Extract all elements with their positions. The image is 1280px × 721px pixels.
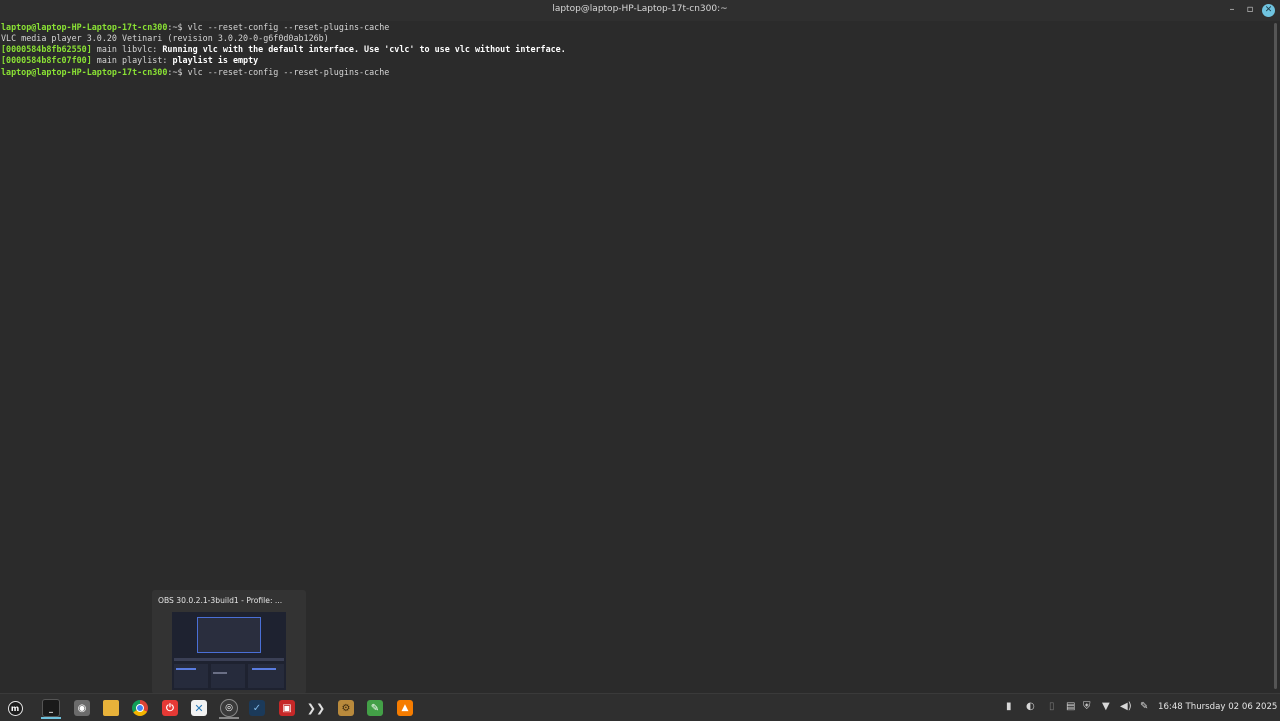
settings-icon: ⚙ xyxy=(338,700,354,716)
taskbar-vs[interactable]: ✕ xyxy=(189,698,209,718)
taskbar-clapper[interactable]: ❯❯ xyxy=(306,698,326,718)
log-module: main playlist: xyxy=(91,55,173,65)
terminal-line: laptop@laptop-HP-Laptop-17t-cn300:~$ vlc… xyxy=(1,67,389,78)
taskbar-settings[interactable]: ⚙ xyxy=(336,698,356,718)
terminal-icon: _ xyxy=(42,699,60,717)
power-app-icon: ⏻ xyxy=(162,700,178,716)
clock[interactable]: 16:48 Thursday 02 06 2025 xyxy=(1158,702,1277,712)
clapper-icon: ❯❯ xyxy=(306,701,326,715)
window-preview-popup[interactable]: OBS 30.0.2.1-3build1 - Profile: ... xyxy=(152,590,306,694)
preview-thumbnail[interactable] xyxy=(172,612,286,690)
clipboard-icon[interactable]: ▤ xyxy=(1066,701,1075,712)
taskbar-store[interactable]: ▣ xyxy=(277,698,297,718)
thumbnail-highlight xyxy=(252,668,276,670)
hover-indicator xyxy=(219,717,239,719)
prompt-path: :~$ xyxy=(167,22,183,32)
taskbar-app-red[interactable]: ⏻ xyxy=(160,698,180,718)
close-button[interactable]: ✕ xyxy=(1262,4,1275,17)
notes-icon: ✎ xyxy=(367,700,383,716)
maximize-button[interactable]: ▫ xyxy=(1243,3,1257,17)
trash-icon[interactable]: ▮ xyxy=(1006,701,1012,712)
window-titlebar: laptop@laptop-HP-Laptop-17t-cn300:~ – ▫ … xyxy=(0,0,1280,21)
thumbnail-highlight xyxy=(213,672,227,674)
taskbar-vlc[interactable]: ▲ xyxy=(395,698,415,718)
prompt-user-host: laptop@laptop-HP-Laptop-17t-cn300 xyxy=(1,22,168,32)
taskbar-terminal[interactable]: _ xyxy=(41,698,61,718)
terminal-scrollbar[interactable] xyxy=(1273,21,1278,693)
taskbar: m _ ◉ ⏻ ✕ ◎ ✓ ▣ ❯❯ ⚙ ✎ ▲ ▮ ◐ ▯ ▤ ⛨ ▼ ◀) xyxy=(0,693,1280,721)
taskbar-steam[interactable]: ✓ xyxy=(247,698,267,718)
shield-icon[interactable]: ⛨ xyxy=(1083,701,1091,712)
folder-icon xyxy=(103,700,119,716)
log-module: main libvlc: xyxy=(91,44,163,54)
prompt-user-host: laptop@laptop-HP-Laptop-17t-cn300 xyxy=(1,67,168,77)
menu-icon: m xyxy=(7,700,23,716)
taskbar-files[interactable] xyxy=(101,698,121,718)
taskbar-obs[interactable]: ◎ xyxy=(219,698,239,718)
terminal-line: VLC media player 3.0.20 Vetinari (revisi… xyxy=(1,33,329,44)
command-text: vlc --reset-config --reset-plugins-cache xyxy=(182,67,390,77)
taskbar-notes[interactable]: ✎ xyxy=(365,698,385,718)
log-address: [0000584b8fc07f00] xyxy=(1,55,92,65)
thumbnail-highlight xyxy=(176,668,196,670)
taskbar-disk[interactable]: ◉ xyxy=(72,698,92,718)
thumbnail-bar xyxy=(174,658,284,661)
wifi-icon[interactable]: ▼ xyxy=(1102,701,1110,712)
log-address: [0000584b8fb62550] xyxy=(1,44,92,54)
window-title: laptop@laptop-HP-Laptop-17t-cn300:~ xyxy=(552,4,728,14)
log-message: playlist is empty xyxy=(172,55,259,65)
volume-icon[interactable]: ◀) xyxy=(1120,701,1132,712)
terminal-line: [0000584b8fb62550] main libvlc: Running … xyxy=(1,44,566,55)
log-message: Running vlc with the default interface. … xyxy=(162,44,566,54)
vs-icon: ✕ xyxy=(191,700,207,716)
command-text: vlc --reset-config --reset-plugins-cache xyxy=(182,22,390,32)
store-icon: ▣ xyxy=(279,700,295,716)
preview-title: OBS 30.0.2.1-3build1 - Profile: ... xyxy=(158,596,283,605)
chrome-icon xyxy=(132,700,148,716)
terminal-line: [0000584b8fc07f00] main playlist: playli… xyxy=(1,55,258,66)
thumbnail-panel xyxy=(211,664,245,688)
menu-button[interactable]: m xyxy=(5,698,25,718)
active-indicator xyxy=(41,717,61,719)
minimize-button[interactable]: – xyxy=(1225,3,1239,17)
prompt-path: :~$ xyxy=(167,67,183,77)
output-text: VLC media player 3.0.20 Vetinari (revisi… xyxy=(1,33,329,43)
steam-icon: ✓ xyxy=(249,700,265,716)
disk-icon: ◉ xyxy=(74,700,90,716)
scrollbar-thumb[interactable] xyxy=(1274,23,1277,689)
thumbnail-panel xyxy=(174,664,208,688)
thumbnail-canvas xyxy=(197,617,261,653)
notifications-icon[interactable]: ✎ xyxy=(1140,701,1148,712)
obs-icon: ◎ xyxy=(220,699,238,717)
taskbar-chrome[interactable] xyxy=(130,698,150,718)
thumbnail-panel xyxy=(248,664,284,688)
vlc-icon: ▲ xyxy=(397,700,413,716)
terminal-line: laptop@laptop-HP-Laptop-17t-cn300:~$ vlc… xyxy=(1,22,389,33)
sync-icon[interactable]: ◐ xyxy=(1026,701,1035,712)
battery-icon[interactable]: ▯ xyxy=(1049,701,1055,712)
